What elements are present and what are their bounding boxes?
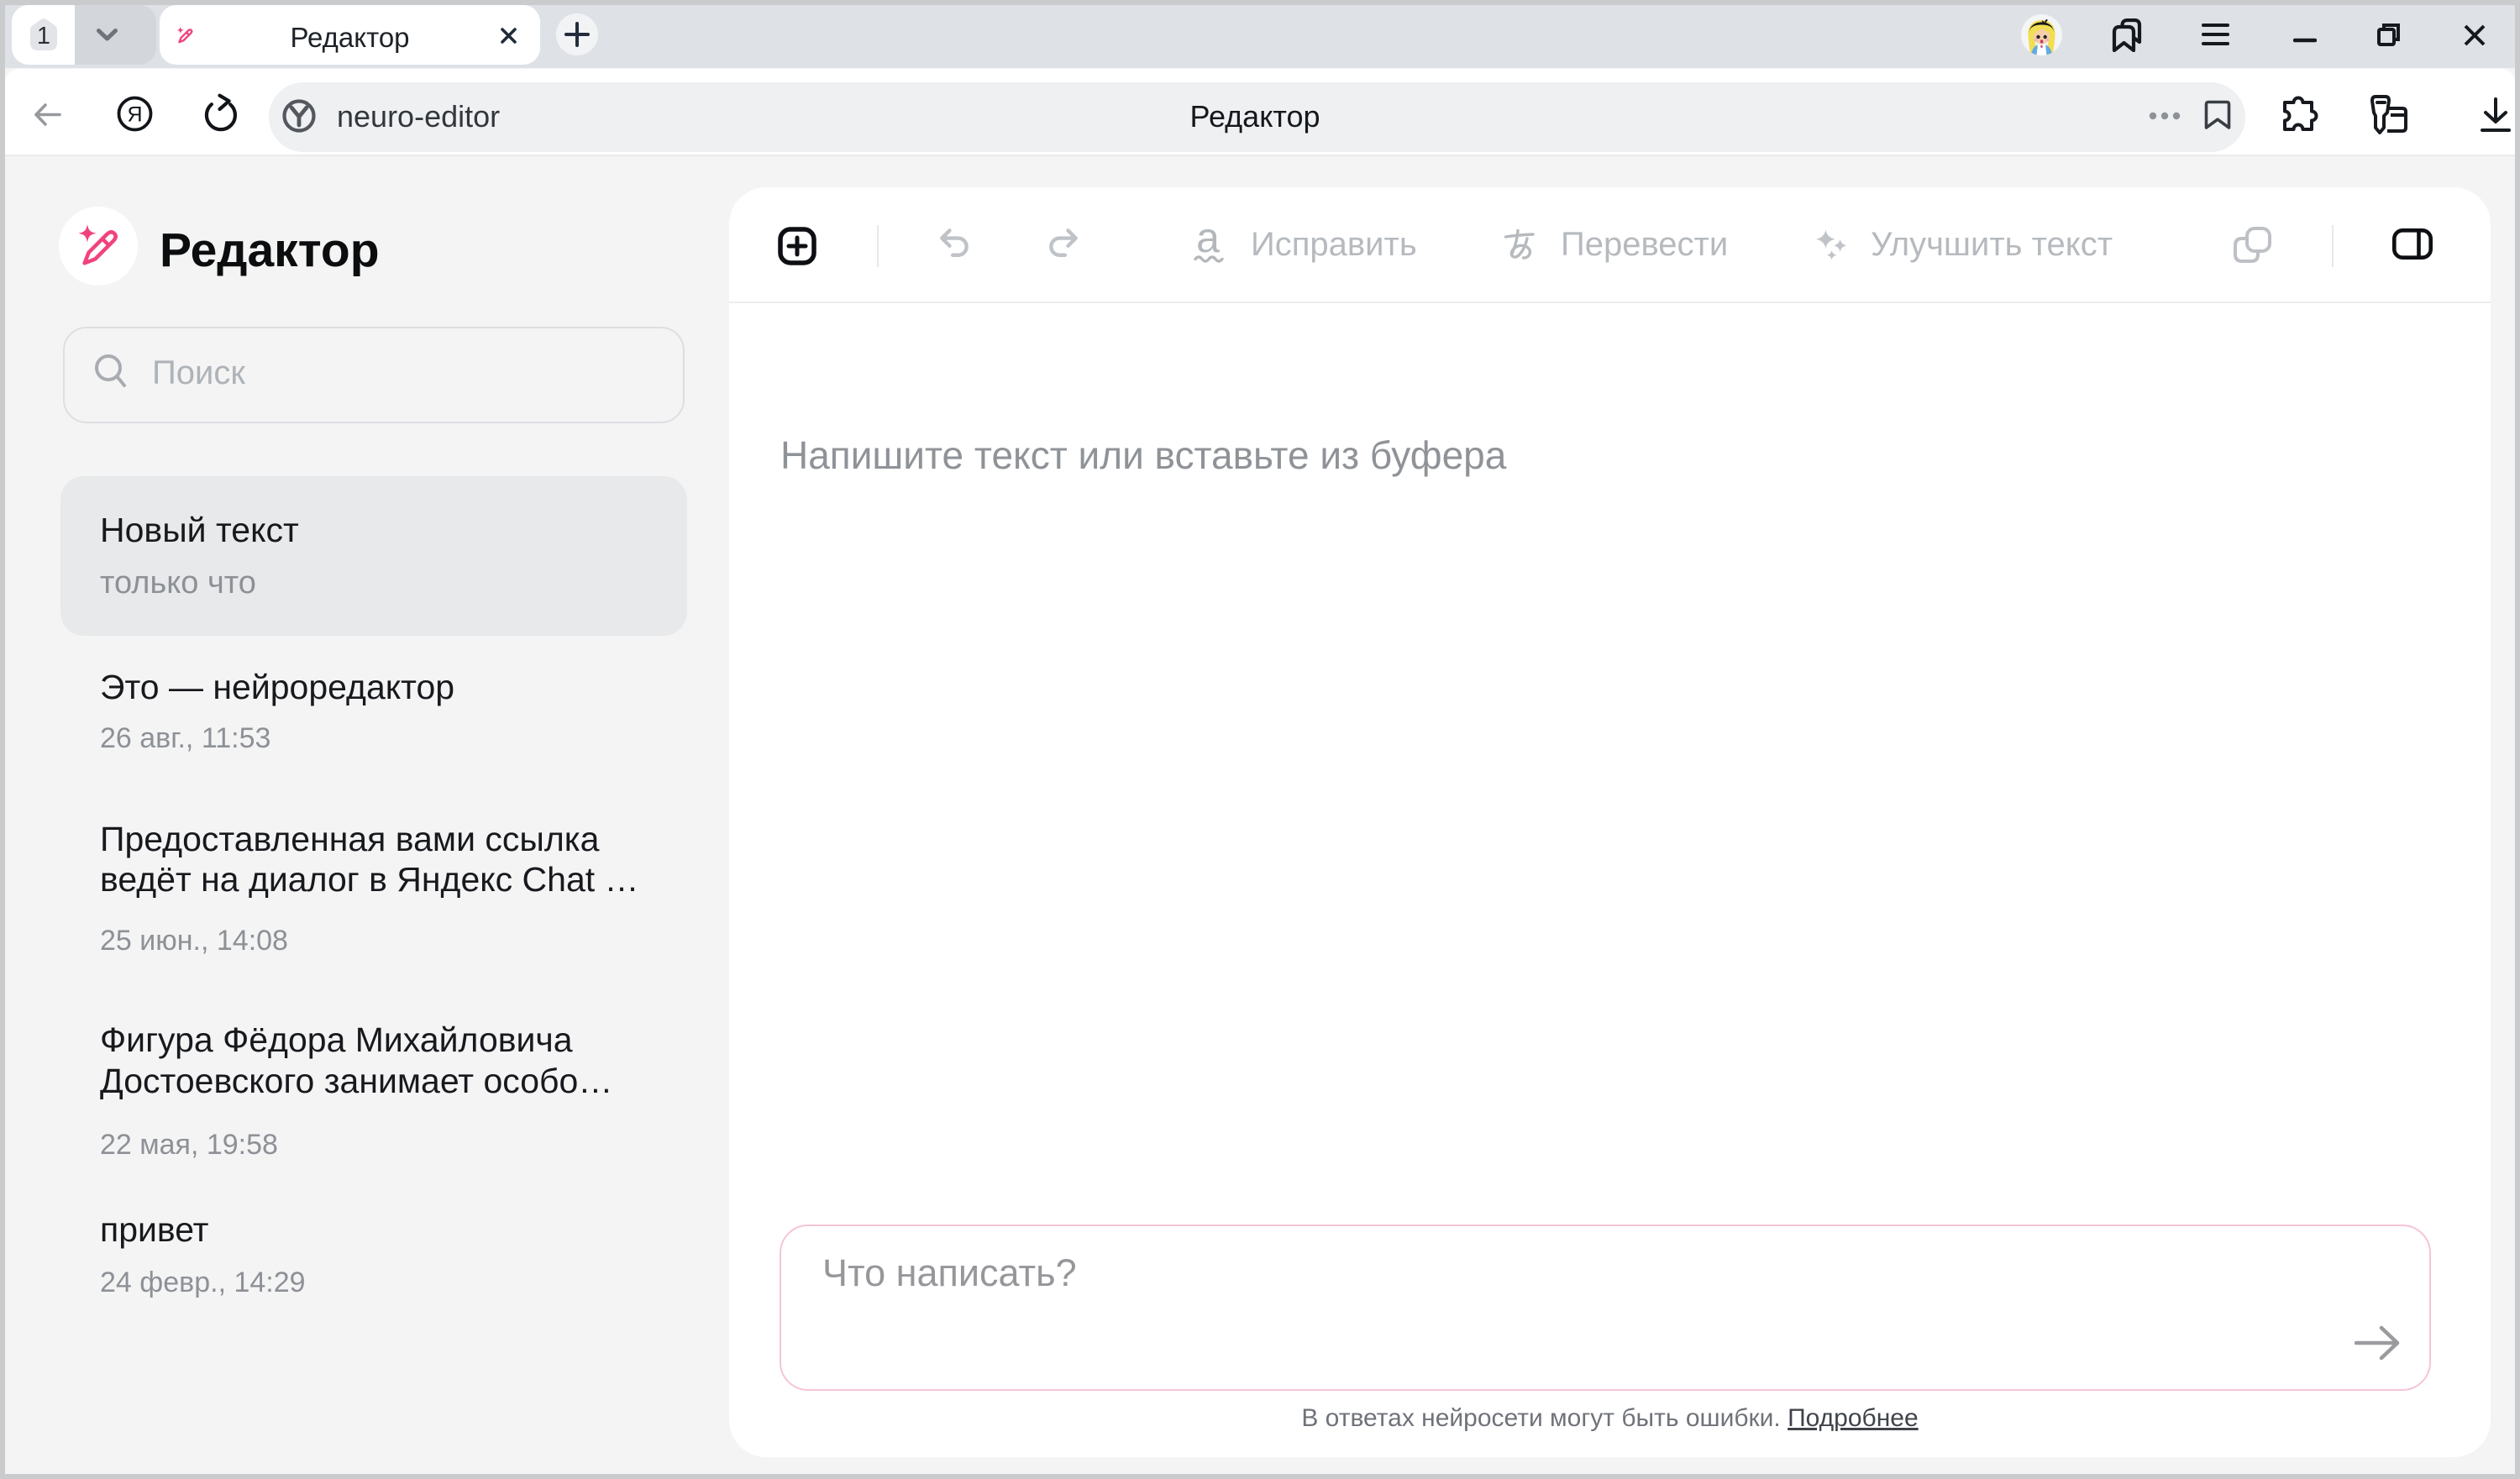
svg-text:1: 1 [37, 23, 50, 50]
svg-text:Я: Я [127, 103, 142, 127]
svg-text:а: а [1196, 223, 1220, 261]
